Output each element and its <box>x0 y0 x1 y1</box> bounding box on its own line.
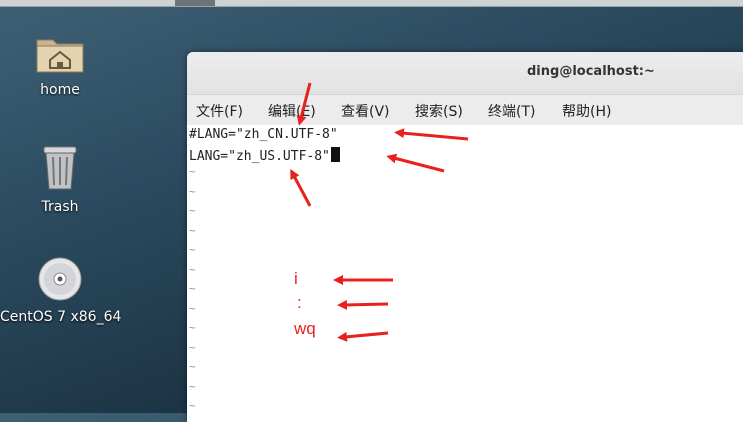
arrow-to-line-1 <box>394 128 469 141</box>
arrow-to-line-2 <box>386 153 445 173</box>
arrow-to-cn <box>296 82 312 126</box>
annotation-arrows <box>290 82 469 342</box>
arrow-to-us <box>290 168 312 207</box>
arrow-to-colon <box>337 299 389 310</box>
arrow-to-wq <box>337 331 389 342</box>
